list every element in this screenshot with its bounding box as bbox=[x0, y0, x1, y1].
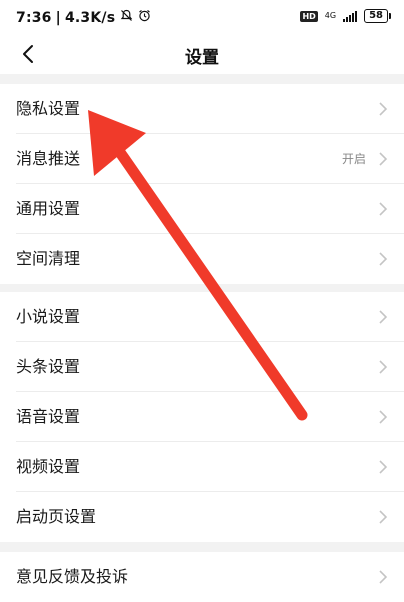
row-label: 小说设置 bbox=[16, 307, 81, 326]
settings-row-push-notifications[interactable]: 消息推送 开启 bbox=[0, 134, 404, 184]
signal-icon bbox=[343, 10, 358, 22]
row-label: 头条设置 bbox=[16, 357, 81, 376]
battery-indicator: 58 bbox=[364, 9, 391, 23]
settings-row-video[interactable]: 视频设置 bbox=[0, 442, 404, 492]
nav-bar: 设置 bbox=[0, 34, 404, 74]
row-status-value: 开启 bbox=[341, 152, 366, 166]
chevron-right-icon bbox=[379, 410, 388, 424]
settings-row-novel[interactable]: 小说设置 bbox=[0, 292, 404, 342]
chevron-right-icon bbox=[379, 570, 388, 584]
chevron-right-icon bbox=[379, 252, 388, 266]
settings-row-launch-page[interactable]: 启动页设置 bbox=[0, 492, 404, 542]
network-speed: 4.3K/s bbox=[64, 9, 116, 26]
row-label: 视频设置 bbox=[16, 457, 81, 476]
chevron-right-icon bbox=[379, 102, 388, 116]
row-label: 语音设置 bbox=[16, 407, 81, 426]
settings-row-feedback[interactable]: 意见反馈及投诉 bbox=[0, 552, 404, 602]
settings-row-voice[interactable]: 语音设置 bbox=[0, 392, 404, 442]
settings-row-storage-cleanup[interactable]: 空间清理 bbox=[0, 234, 404, 284]
bell-mute-icon bbox=[120, 9, 133, 26]
row-label: 隐私设置 bbox=[16, 99, 81, 118]
row-label: 通用设置 bbox=[16, 199, 81, 218]
settings-row-general[interactable]: 通用设置 bbox=[0, 184, 404, 234]
row-label: 空间清理 bbox=[16, 249, 81, 268]
alarm-clock-icon bbox=[138, 9, 151, 26]
settings-group-1: 隐私设置 消息推送 开启 通用设置 空间清理 bbox=[0, 84, 404, 284]
settings-group-3: 意见反馈及投诉 bbox=[0, 552, 404, 602]
row-label: 意见反馈及投诉 bbox=[16, 567, 129, 586]
chevron-right-icon bbox=[379, 460, 388, 474]
chevron-right-icon bbox=[379, 152, 388, 166]
status-separator: | bbox=[55, 9, 61, 26]
chevron-right-icon bbox=[379, 510, 388, 524]
settings-row-privacy[interactable]: 隐私设置 bbox=[0, 84, 404, 134]
hd-badge: HD bbox=[300, 10, 318, 22]
battery-level: 58 bbox=[369, 10, 383, 21]
chevron-right-icon bbox=[379, 202, 388, 216]
status-right: HD 4G 58 bbox=[300, 9, 391, 23]
network-type: 4G bbox=[324, 11, 337, 20]
status-bar: 7:36 | 4.3K/s HD 4G 58 bbox=[0, 0, 404, 34]
status-left: 7:36 | 4.3K/s bbox=[16, 9, 151, 26]
row-label: 消息推送 bbox=[16, 149, 81, 168]
settings-row-headlines[interactable]: 头条设置 bbox=[0, 342, 404, 392]
settings-group-2: 小说设置 头条设置 语音设置 视频设置 启动页设置 bbox=[0, 292, 404, 542]
row-label: 启动页设置 bbox=[16, 507, 97, 526]
chevron-right-icon bbox=[379, 310, 388, 324]
status-time: 7:36 bbox=[16, 9, 52, 26]
page-title: 设置 bbox=[185, 48, 219, 68]
chevron-right-icon bbox=[379, 360, 388, 374]
